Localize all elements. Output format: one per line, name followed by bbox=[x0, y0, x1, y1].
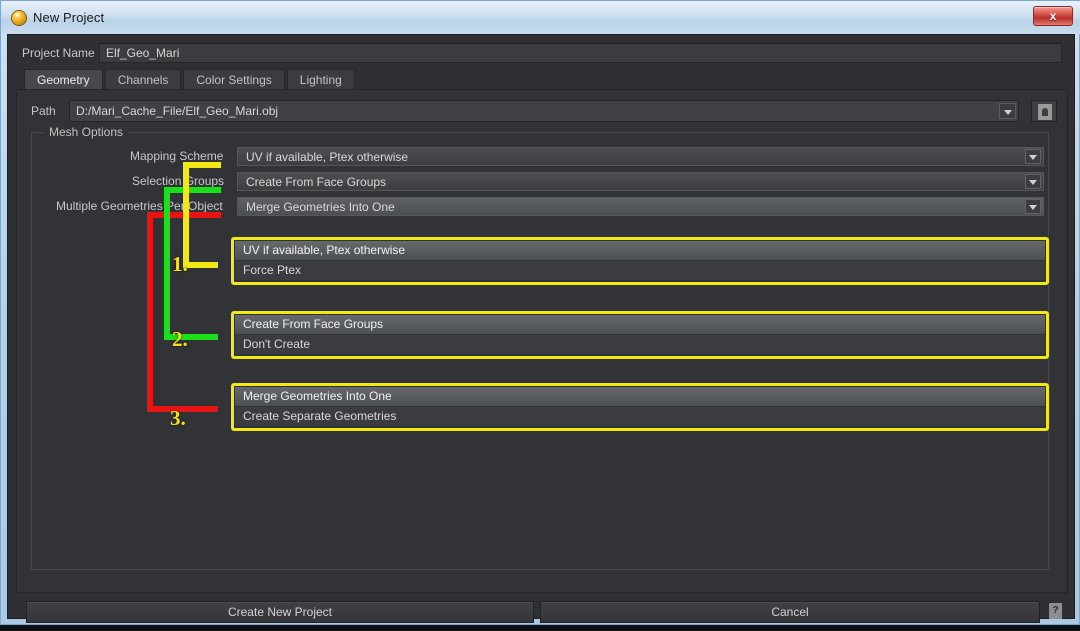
tab-lighting[interactable]: Lighting bbox=[286, 69, 355, 90]
geometry-tab-panel: Path D:/Mari_Cache_File/Elf_Geo_Mari.obj… bbox=[16, 89, 1068, 593]
multiple-geometries-value: Merge Geometries Into One bbox=[246, 200, 395, 214]
mapping-scheme-label: Mapping Scheme bbox=[130, 149, 224, 163]
project-name-label: Project Name bbox=[22, 46, 95, 60]
tab-geometry[interactable]: Geometry bbox=[24, 69, 103, 90]
chevron-down-icon[interactable] bbox=[1025, 199, 1041, 214]
mapping-scheme-dropdown[interactable]: UV if available, Ptex otherwise Force Pt… bbox=[231, 237, 1049, 285]
chevron-down-icon[interactable] bbox=[999, 103, 1016, 119]
mapping-scheme-combo[interactable]: UV if available, Ptex otherwise bbox=[237, 147, 1044, 166]
multiple-geometries-row: Multiple Geometries Per Object Merge Geo… bbox=[32, 197, 1050, 216]
dropdown-option[interactable]: Create Separate Geometries bbox=[235, 407, 1045, 426]
dropdown-option[interactable]: UV if available, Ptex otherwise bbox=[235, 241, 1045, 260]
dropdown-option[interactable]: Merge Geometries Into One bbox=[235, 387, 1045, 406]
cancel-button[interactable]: Cancel bbox=[540, 601, 1040, 623]
project-name-input[interactable]: Elf_Geo_Mari bbox=[99, 43, 1062, 63]
selection-groups-dropdown[interactable]: Create From Face Groups Don't Create bbox=[231, 311, 1049, 359]
project-name-row: Project Name Elf_Geo_Mari bbox=[16, 43, 1068, 63]
selection-groups-label: Selection Groups bbox=[132, 174, 225, 188]
mesh-options-title: Mesh Options bbox=[44, 125, 129, 139]
mapping-scheme-row: Mapping Scheme UV if available, Ptex oth… bbox=[32, 147, 1050, 166]
browse-button[interactable] bbox=[1031, 100, 1057, 122]
screenshot-root: New Project x Project Name Elf_Geo_Mari … bbox=[0, 0, 1080, 629]
path-combo[interactable]: D:/Mari_Cache_File/Elf_Geo_Mari.obj bbox=[69, 100, 1019, 122]
mapping-scheme-value: UV if available, Ptex otherwise bbox=[246, 150, 409, 164]
chevron-down-icon[interactable] bbox=[1025, 149, 1041, 164]
help-icon: ? bbox=[1049, 603, 1062, 619]
tab-channels[interactable]: Channels bbox=[104, 69, 182, 90]
selection-groups-combo[interactable]: Create From Face Groups bbox=[237, 172, 1044, 191]
path-value: D:/Mari_Cache_File/Elf_Geo_Mari.obj bbox=[76, 104, 279, 118]
folder-open-icon bbox=[1038, 104, 1052, 120]
multiple-geometries-dropdown[interactable]: Merge Geometries Into One Create Separat… bbox=[231, 383, 1049, 431]
dialog-footer: Create New Project Cancel ? bbox=[16, 601, 1068, 631]
path-row: Path D:/Mari_Cache_File/Elf_Geo_Mari.obj bbox=[31, 100, 1057, 122]
mesh-options-group: Mesh Options Mapping Scheme UV if availa… bbox=[31, 125, 1050, 570]
dropdown-option[interactable]: Create From Face Groups bbox=[235, 315, 1045, 334]
dialog-window: New Project x Project Name Elf_Geo_Mari … bbox=[0, 0, 1080, 625]
help-button[interactable]: ? bbox=[1046, 601, 1066, 623]
selection-groups-value: Create From Face Groups bbox=[246, 175, 387, 189]
multiple-geometries-combo[interactable]: Merge Geometries Into One bbox=[237, 197, 1044, 216]
window-title: New Project bbox=[33, 10, 105, 25]
mari-logo-icon bbox=[12, 11, 26, 25]
title-bar: New Project x bbox=[1, 1, 1080, 34]
dropdown-option[interactable]: Don't Create bbox=[235, 335, 1045, 354]
tab-bar: Geometry Channels Color Settings Lighting bbox=[24, 69, 357, 90]
create-new-project-button[interactable]: Create New Project bbox=[26, 601, 534, 623]
chevron-down-icon[interactable] bbox=[1025, 174, 1041, 189]
tab-color-settings[interactable]: Color Settings bbox=[183, 69, 285, 90]
selection-groups-row: Selection Groups Create From Face Groups bbox=[32, 172, 1050, 191]
path-label: Path bbox=[31, 104, 56, 118]
dropdown-option[interactable]: Force Ptex bbox=[235, 261, 1045, 280]
multiple-geometries-label: Multiple Geometries Per Object bbox=[56, 199, 223, 213]
dialog-body: Project Name Elf_Geo_Mari Geometry Channe… bbox=[7, 34, 1075, 623]
close-icon[interactable]: x bbox=[1033, 6, 1073, 26]
